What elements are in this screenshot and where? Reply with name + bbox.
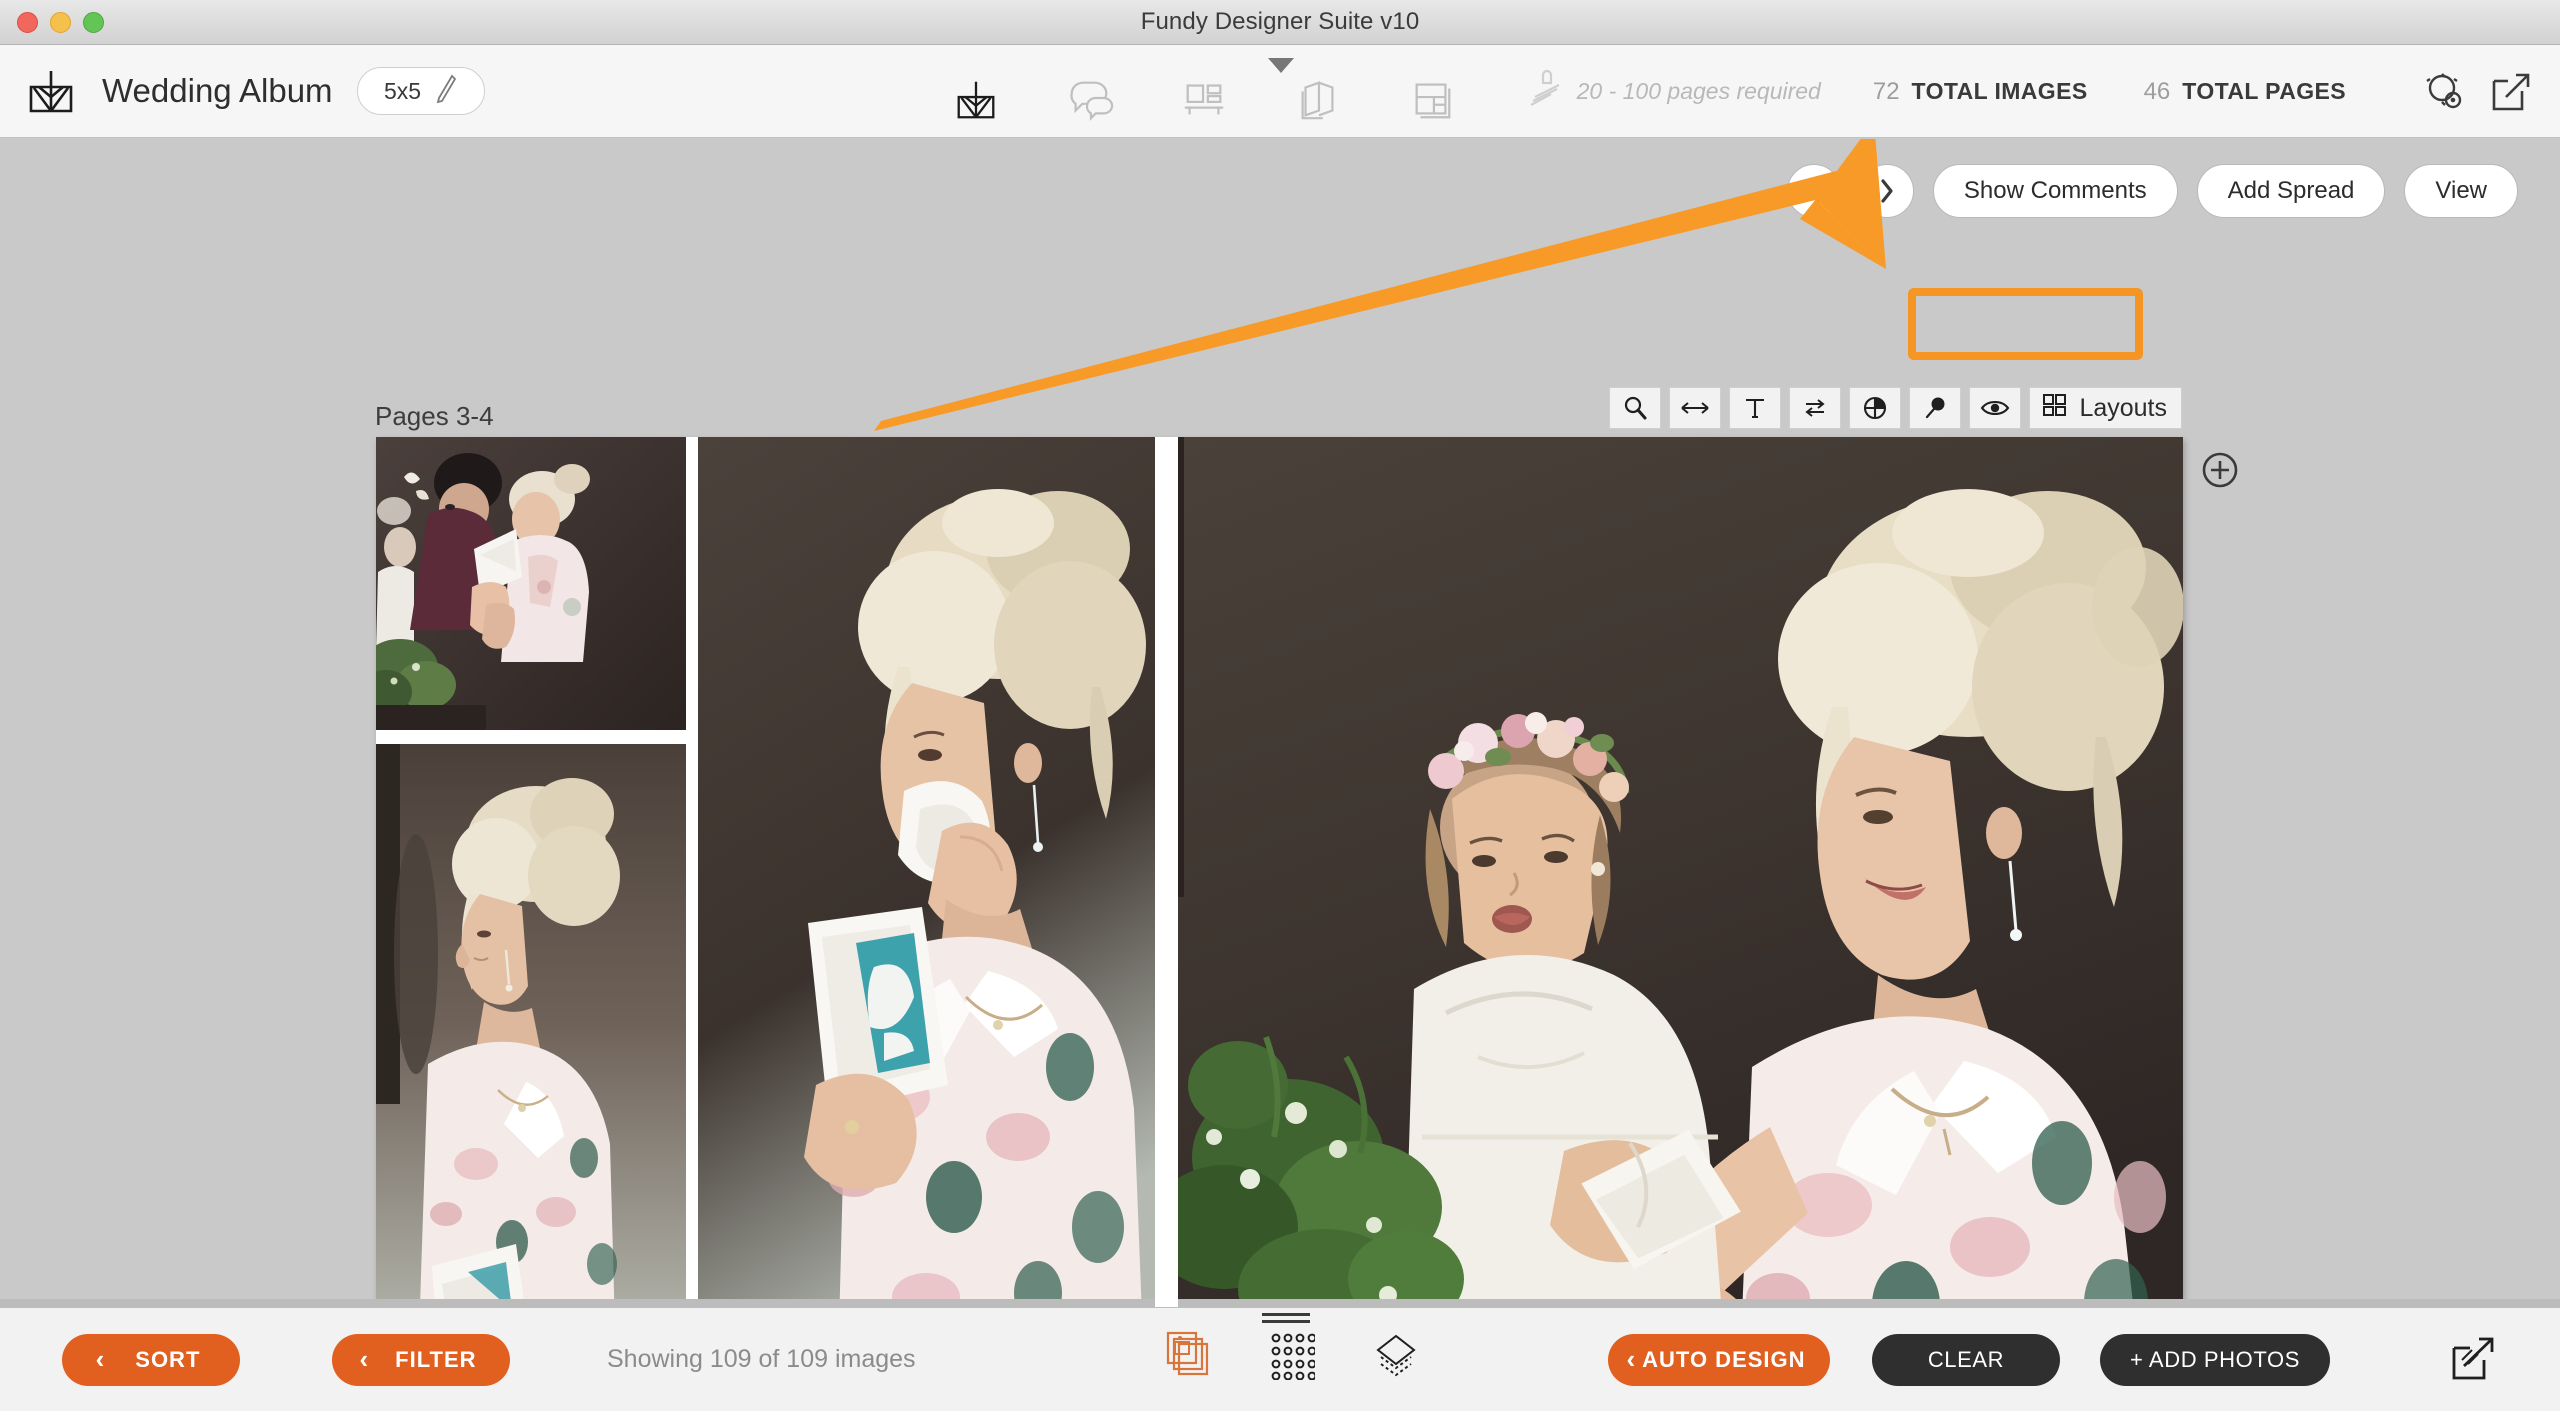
drag-handle-icon[interactable] [1262,1313,1310,1329]
sort-button[interactable]: ‹ SORT [62,1333,240,1386]
sort-chevron-icon: ‹ [95,1344,106,1374]
contrast-icon[interactable] [1849,387,1902,429]
book-pages-icon[interactable] [1294,75,1342,123]
photo-cell-bride-and-flower-girl[interactable] [1178,437,2183,1307]
show-comments-button[interactable]: Show Comments [1932,164,2178,218]
view-button[interactable]: View [2404,164,2518,218]
photo-cell-bride-reading-letter[interactable] [698,437,1155,1307]
album-spread[interactable] [376,437,2183,1307]
grid-dots-icon[interactable] [1269,1330,1317,1381]
fundy-album-logo-icon [26,67,76,115]
total-pages-label: TOTAL PAGES [2182,77,2346,104]
album-page-right[interactable] [1178,437,2183,1307]
album-design-icon[interactable] [952,75,1000,123]
settings-gear-icon[interactable] [2422,69,2468,115]
previous-spread-button[interactable] [1786,164,1841,218]
share-export-icon[interactable] [2488,69,2534,115]
zoom-magnifier-icon[interactable] [1609,387,1662,429]
layout-grid-icon[interactable] [1408,75,1456,123]
photo-cell-bride-profile[interactable] [376,744,686,1307]
add-photos-button[interactable]: + ADD PHOTOS [2100,1333,2330,1386]
auto-design-label: AUTO DESIGN [1642,1346,1806,1372]
album-page-left[interactable] [376,437,1155,1307]
pencil-icon[interactable] [435,73,457,110]
total-pages-stat: 46 TOTAL PAGES [2144,78,2346,106]
preview-eye-icon[interactable] [1969,387,2022,429]
total-pages-count: 46 [2143,77,2171,105]
filter-chevron-icon: ‹ [359,1344,370,1374]
filter-button[interactable]: ‹ FILTER [332,1333,510,1386]
bottom-toolbar: ‹ SORT ‹ FILTER Showing 109 of 109 image… [0,1307,2560,1411]
window-title: Fundy Designer Suite v10 [1140,8,1420,35]
export-arrow-icon[interactable] [2448,1334,2498,1384]
header-module-icons [952,75,1456,123]
total-images-stat: 72 TOTAL IMAGES [1873,78,2088,106]
add-spread-button[interactable]: Add Spread [2196,164,2386,218]
total-images-count: 72 [1872,77,1900,105]
filter-label: FILTER [395,1346,477,1372]
header-meta-group: 20 - 100 pages required 72 TOTAL IMAGES … [1521,45,2534,138]
showing-images-count: Showing 109 of 109 images [607,1345,916,1373]
spread-canvas-area: Show Comments Add Spread View Pages 3-4 [0,139,2560,1307]
image-stack-icon[interactable] [1165,1330,1211,1380]
layouts-button[interactable]: Layouts [2029,387,2182,429]
library-view-mode-group [1165,1330,1419,1381]
auto-design-button[interactable]: ‹ AUTO DESIGN [1608,1333,1830,1386]
page-requirement-text: 20 - 100 pages required [1576,78,1821,104]
spread-center-gutter [1155,437,1178,1307]
total-images-label: TOTAL IMAGES [1911,77,2088,104]
wall-art-icon[interactable] [1180,75,1228,123]
app-header-toolbar: Wedding Album 5x5 20 - 100 pages require… [0,45,2560,138]
comments-bubble-icon[interactable] [1066,75,1114,123]
caret-down-icon[interactable] [1268,58,1294,73]
spread-action-bar: Show Comments Add Spread View [1786,164,2518,218]
album-size-value: 5x5 [384,77,422,104]
text-tool-icon[interactable] [1729,387,1782,429]
layouts-grid-icon [2042,392,2068,425]
press-stamp-icon [1521,63,1573,121]
layouts-label: Layouts [2079,393,2167,422]
show-comments-highlight-ring [1908,288,2143,360]
resize-width-icon[interactable] [1669,387,1722,429]
clear-button[interactable]: CLEAR [1872,1333,2060,1386]
photo-cell-bride-with-mother[interactable] [376,437,686,730]
plus-circle-icon[interactable] [2201,451,2239,489]
album-size-selector[interactable]: 5x5 [356,67,485,115]
pages-range-label: Pages 3-4 [375,401,494,431]
layers-icon[interactable] [1373,1330,1419,1380]
next-spread-button[interactable] [1859,164,1914,218]
library-scrollbar[interactable] [0,1299,2560,1307]
pin-icon[interactable] [1909,387,1962,429]
sort-label: SORT [135,1346,201,1372]
page-requirement: 20 - 100 pages required [1521,63,1821,121]
album-title: Wedding Album [102,72,333,109]
spread-tool-strip: Layouts [1609,387,2182,429]
window-titlebar: Fundy Designer Suite v10 [0,0,2560,45]
swap-images-icon[interactable] [1789,387,1842,429]
auto-design-chevron-icon: ‹ [1626,1344,1637,1374]
